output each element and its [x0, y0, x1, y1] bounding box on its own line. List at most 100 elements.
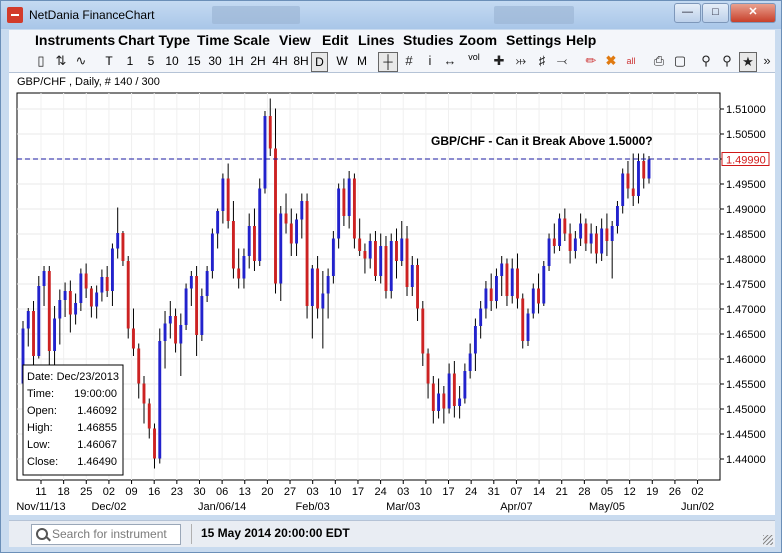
price-chart[interactable]: GBP/CHF , Daily, # 140 / 300 GBP/CHF - C… — [9, 73, 775, 515]
candle-body — [74, 303, 78, 315]
candle-body — [642, 161, 646, 179]
chevron-right-icon[interactable]: » — [761, 52, 773, 70]
maximize-button[interactable]: □ — [702, 3, 729, 23]
timescale-tick[interactable]: T — [103, 52, 115, 70]
menu-chart-type[interactable]: Chart Type — [118, 32, 190, 48]
chart-annotation[interactable]: GBP/CHF - Can it Break Above 1.5000? — [431, 134, 653, 148]
candle-body — [374, 241, 377, 276]
ohlc-info-box: Date: Dec/23/2013 Time: 19:00:00 Open: 1… — [22, 364, 124, 476]
draw-line-icon[interactable]: ⤔ — [514, 52, 528, 70]
crosshair-icon[interactable]: ┼ — [378, 52, 398, 72]
status-timestamp: 15 May 2014 20:00:00 EDT — [201, 526, 350, 540]
x-tick-label: 07 — [510, 486, 522, 498]
timescale-15min[interactable]: 15 — [185, 52, 203, 70]
current-price-tag: 1.49990 — [721, 152, 770, 167]
menu-time-scale[interactable]: Time Scale — [197, 32, 270, 48]
delete-all-button[interactable]: all — [623, 52, 639, 70]
trendline-icon[interactable]: ✚ — [492, 52, 506, 70]
title-bar[interactable]: NetDania FinanceChart — □ ✕ — [1, 1, 781, 29]
x-month-label: Jan/06/14 — [198, 501, 246, 513]
candle-body — [47, 271, 51, 351]
timescale-4h[interactable]: 4H — [271, 52, 289, 70]
candle-body — [600, 228, 604, 254]
candle-body — [526, 313, 530, 341]
pencil-icon[interactable]: ✏ — [583, 52, 599, 70]
timescale-8h[interactable]: 8H — [292, 52, 310, 70]
candle-body — [305, 201, 309, 306]
candle-body — [500, 263, 504, 276]
candle-body — [547, 238, 551, 266]
menu-edit[interactable]: Edit — [322, 32, 348, 48]
grid-icon[interactable]: # — [402, 52, 416, 70]
search-input[interactable]: Search for instrument — [31, 524, 181, 545]
print-preview-icon[interactable]: ▢ — [672, 52, 688, 70]
menu-instruments[interactable]: Instruments — [35, 32, 115, 48]
zoom-in-icon[interactable]: ⚲ — [698, 52, 714, 70]
x-tick-label: 27 — [284, 486, 296, 498]
candle-body — [310, 268, 314, 306]
delete-icon[interactable]: ✖ — [603, 52, 619, 70]
zoom-out-icon[interactable]: ⚲ — [719, 52, 735, 70]
print-icon[interactable]: ⎙ — [651, 52, 667, 70]
volume-toggle[interactable]: vol — [465, 52, 483, 70]
close-button[interactable]: ✕ — [730, 3, 776, 23]
candle-body — [79, 273, 83, 303]
menu-help[interactable]: Help — [566, 32, 596, 48]
info-icon[interactable]: i — [425, 52, 435, 70]
candle-body — [42, 271, 46, 286]
timescale-10min[interactable]: 10 — [163, 52, 181, 70]
line-chart-icon[interactable]: ∿ — [73, 52, 89, 70]
candle-body — [358, 238, 362, 251]
candle-body — [605, 228, 609, 241]
pin-icon[interactable]: ★ — [739, 52, 757, 72]
candle-body — [426, 353, 430, 384]
candle-body — [284, 213, 288, 224]
candlestick-chart-icon[interactable]: ▯ — [34, 52, 48, 70]
menu-view[interactable]: View — [279, 32, 311, 48]
menu-lines[interactable]: Lines — [358, 32, 395, 48]
x-tick-label: 02 — [691, 486, 703, 498]
info-low-label: Low: — [27, 439, 50, 451]
x-tick-label: 25 — [80, 486, 92, 498]
resize-grip[interactable] — [763, 535, 773, 545]
candle-body — [174, 316, 178, 344]
y-tick-label: 1.47500 — [726, 279, 766, 291]
timescale-30min[interactable]: 30 — [206, 52, 224, 70]
info-date-value: Dec/23/2013 — [57, 371, 119, 383]
window-title: NetDania FinanceChart — [29, 8, 155, 22]
x-tick-label: 24 — [465, 486, 477, 498]
bar-chart-icon[interactable]: ⇅ — [54, 52, 68, 70]
candle-body — [26, 311, 30, 329]
timescale-1min[interactable]: 1 — [124, 52, 136, 70]
x-tick-label: 23 — [171, 486, 183, 498]
menu-studies[interactable]: Studies — [403, 32, 454, 48]
timescale-2h[interactable]: 2H — [249, 52, 267, 70]
chart-area[interactable]: GBP/CHF , Daily, # 140 / 300 GBP/CHF - C… — [9, 73, 775, 515]
info-low-value: 1.46067 — [77, 439, 117, 451]
candle-body — [442, 393, 446, 409]
x-month-label: Mar/03 — [386, 501, 420, 513]
candle-body — [321, 293, 325, 309]
candle-body — [416, 265, 419, 309]
menu-zoom[interactable]: Zoom — [459, 32, 497, 48]
info-close-label: Close: — [27, 456, 58, 468]
candle-body — [242, 256, 246, 279]
fibonacci-icon[interactable]: ♯ — [534, 52, 550, 70]
timescale-daily[interactable]: D — [311, 52, 328, 72]
toolbar: ▯ ⇅ ∿ T 1 5 10 15 30 1H 2H 4H 8H D W M ┼… — [9, 50, 775, 73]
x-month-label: Nov/11/13 — [16, 501, 65, 513]
candle-body — [494, 276, 498, 301]
candle-body — [63, 291, 67, 300]
timescale-1h[interactable]: 1H — [227, 52, 245, 70]
minimize-button[interactable]: — — [674, 3, 701, 23]
info-time-value: 19:00:00 — [74, 388, 117, 400]
timescale-monthly[interactable]: M — [355, 52, 369, 70]
x-tick-label: 13 — [239, 486, 251, 498]
y-tick-label: 1.46500 — [726, 329, 766, 341]
scroll-arrows-icon[interactable]: ↔ — [442, 52, 458, 70]
timescale-5min[interactable]: 5 — [145, 52, 157, 70]
channel-icon[interactable]: ⤙ — [555, 52, 569, 70]
candle-body — [610, 226, 614, 241]
timescale-weekly[interactable]: W — [335, 52, 349, 70]
menu-settings[interactable]: Settings — [506, 32, 561, 48]
